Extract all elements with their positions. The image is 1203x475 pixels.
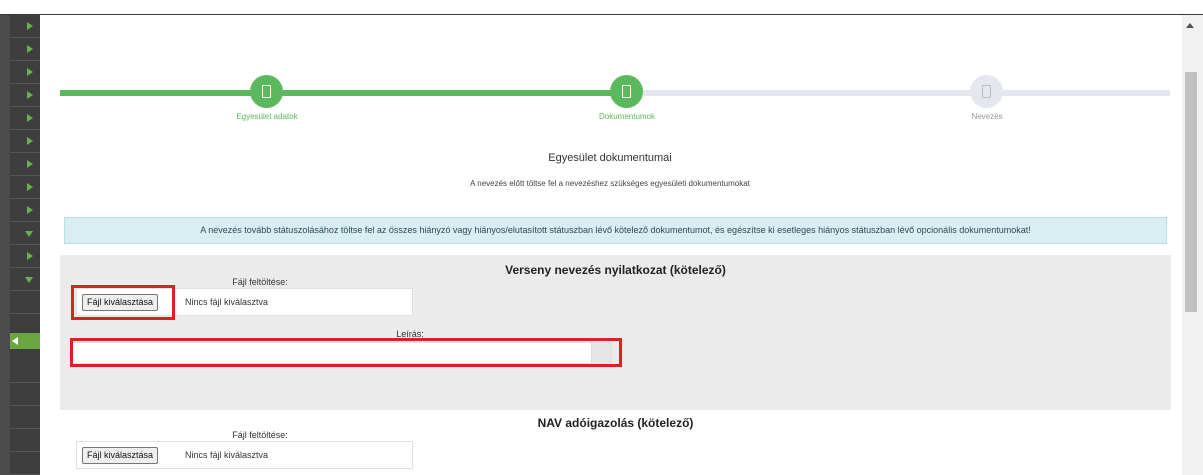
caret-right-icon: [27, 137, 33, 145]
step-2-circle[interactable]: [610, 75, 643, 108]
step-entry-icon: [982, 85, 991, 98]
document-panel: NAV adóigazolás (kötelező) Fájl feltölté…: [60, 410, 1171, 475]
sidebar-item-active[interactable]: [10, 333, 40, 349]
page-subtitle: A nevezés előtt töltse fel a nevezéshez …: [470, 179, 750, 188]
choose-file-button[interactable]: Fájl kiválasztása: [82, 447, 159, 464]
caret-right-icon: [27, 45, 33, 53]
caret-right-icon: [27, 160, 33, 168]
info-alert: A nevezés tovább státuszolásához töltse …: [64, 217, 1167, 244]
step-1-circle[interactable]: [250, 75, 283, 108]
description-label: Leírás:: [396, 329, 424, 339]
file-status-text: Nincs fájl kiválasztva: [185, 450, 269, 460]
description-input[interactable]: [72, 342, 612, 364]
upload-label: Fájl feltöltése:: [232, 277, 288, 287]
sidebar-item[interactable]: [10, 429, 40, 452]
file-upload-field[interactable]: Fájl kiválasztása Nincs fájl kiválasztva: [76, 441, 413, 469]
caret-down-icon: [25, 277, 33, 283]
sidebar-item[interactable]: [10, 130, 40, 153]
sidebar-item[interactable]: [10, 406, 40, 429]
step-2-label: Dokumentumok: [598, 112, 656, 121]
sidebar-item[interactable]: [10, 61, 40, 84]
sidebar-item[interactable]: [10, 360, 40, 383]
scrollbar-thumb[interactable]: [1185, 72, 1197, 312]
sidebar-item[interactable]: [10, 222, 40, 245]
sidebar-item[interactable]: [10, 245, 40, 268]
upload-label: Fájl feltöltése:: [232, 430, 288, 440]
choose-file-button[interactable]: Fájl kiválasztása: [82, 294, 159, 311]
document-panel: Verseny nevezés nyilatkozat (kötelező) F…: [60, 255, 1171, 410]
step-check-icon: [262, 85, 271, 98]
browser-frame: Egyesület adatok Dokumentumok Nevezés Eg…: [0, 14, 1203, 475]
caret-right-icon: [27, 114, 33, 122]
cropped-top-caption: [0, 0, 1203, 14]
sidebar-item[interactable]: [10, 176, 40, 199]
sidebar-item[interactable]: [10, 268, 40, 291]
document-title: Verseny nevezés nyilatkozat (kötelező): [505, 263, 726, 277]
step-1-label: Egyesület adatok: [236, 112, 298, 121]
input-addon: [591, 343, 611, 363]
stepper-progress-pending: [630, 90, 1170, 96]
caret-right-icon: [27, 206, 33, 214]
caret-right-icon: [27, 68, 33, 76]
step-3-label: Nevezés: [971, 112, 1003, 121]
caret-right-icon: [27, 183, 33, 191]
sidebar-item[interactable]: [10, 153, 40, 176]
document-title: NAV adóigazolás (kötelező): [537, 416, 694, 430]
sidebar-item[interactable]: [10, 291, 40, 314]
step-3-circle[interactable]: [970, 75, 1003, 108]
main-content: Egyesület adatok Dokumentumok Nevezés Eg…: [40, 15, 1180, 475]
sidebar-edge: [0, 15, 10, 475]
caret-right-icon: [27, 91, 33, 99]
sidebar-item[interactable]: [10, 107, 40, 130]
caret-right-icon: [27, 252, 33, 260]
file-status-text: Nincs fájl kiválasztva: [185, 297, 269, 307]
caret-right-icon: [27, 22, 33, 30]
sidebar-item[interactable]: [10, 199, 40, 222]
stepper-progress-done: [60, 90, 630, 96]
sidebar-item[interactable]: [10, 15, 40, 38]
sidebar-item[interactable]: [10, 84, 40, 107]
scroll-up-arrow-icon[interactable]: [1186, 23, 1194, 28]
sidebar-item[interactable]: [10, 452, 40, 475]
file-upload-field[interactable]: Fájl kiválasztása Nincs fájl kiválasztva: [76, 288, 413, 316]
sidebar-item[interactable]: [10, 38, 40, 61]
page-title: Egyesület dokumentumai: [548, 152, 672, 164]
sidebar-item[interactable]: [10, 383, 40, 406]
caret-down-icon: [25, 231, 33, 237]
step-document-icon: [622, 85, 631, 98]
